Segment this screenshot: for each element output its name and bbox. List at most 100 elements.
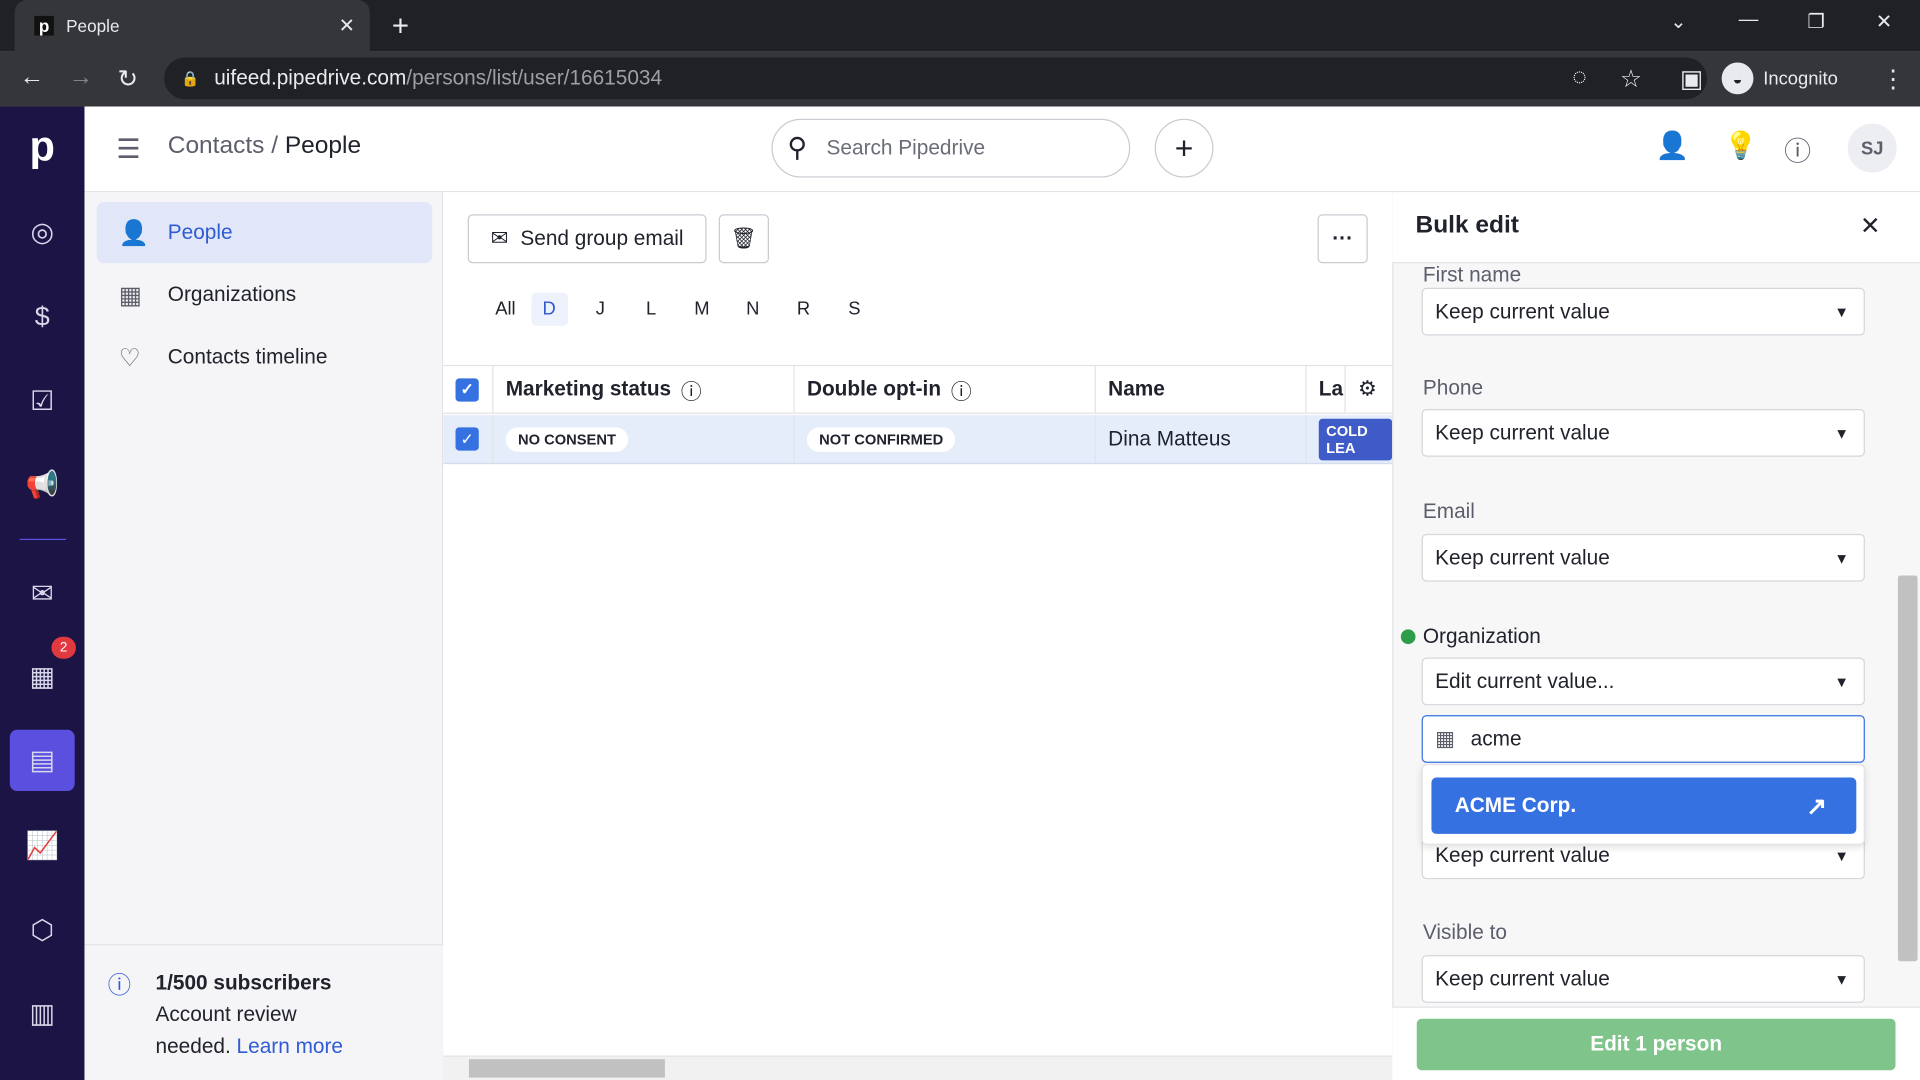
forward-icon[interactable]: →	[69, 64, 93, 92]
review-text: Account review	[155, 1002, 297, 1027]
phone-select[interactable]: Keep current value ▼	[1421, 408, 1865, 457]
open-link-icon[interactable]: ↗	[1806, 790, 1827, 821]
organization-search-input[interactable]: ▦ acme	[1421, 715, 1865, 763]
invite-user-icon[interactable]: 👤	[1656, 130, 1690, 162]
letter-filter-d[interactable]: D	[530, 292, 568, 326]
address-bar[interactable]: 🔒 uifeed.pipedrive.com/persons/list/user/…	[164, 57, 1707, 100]
column-double-opt-in[interactable]: Double opt-in ⓘ	[795, 366, 1096, 413]
tasks-icon[interactable]: ☑	[0, 371, 84, 432]
quick-add-button[interactable]: +	[1154, 118, 1214, 178]
letter-filter-r[interactable]: R	[778, 293, 829, 326]
table-header: ✓ Marketing status ⓘ Double opt-in ⓘ Name …	[443, 364, 1393, 414]
sidebar-item-people[interactable]: 👤 People	[96, 202, 433, 264]
letter-filter-n[interactable]: N	[727, 293, 778, 326]
caret-down-icon: ▼	[1834, 303, 1849, 321]
dropdown-option-acme-corp[interactable]: ACME Corp. ↗	[1431, 777, 1857, 834]
sidebar-item-label: Organizations	[167, 282, 297, 307]
pipedrive-favicon: p	[34, 15, 54, 36]
column-label[interactable]: La	[1307, 366, 1346, 413]
horizontal-scroll-thumb[interactable]	[468, 1059, 665, 1078]
sidebar-item-organizations[interactable]: ▦ Organizations	[97, 264, 433, 325]
side-panel-icon[interactable]: ▣	[1680, 64, 1703, 95]
row-checkbox[interactable]: ✓	[455, 427, 479, 451]
pipedrive-logo[interactable]: p	[0, 116, 84, 177]
first-name-select[interactable]: Keep current value ▼	[1421, 287, 1865, 336]
activity-badge: 2	[51, 636, 76, 659]
opt-in-badge: NOT CONFIRMED	[806, 426, 956, 452]
column-label: Name	[1108, 377, 1165, 401]
info-icon[interactable]: ⓘ	[681, 374, 702, 405]
column-label: Marketing status	[505, 377, 672, 401]
select-all-checkbox[interactable]: ✓	[455, 377, 479, 402]
person-name[interactable]: Dina Matteus	[1108, 427, 1231, 451]
close-icon[interactable]: ✕	[1860, 211, 1881, 242]
close-window-icon[interactable]: ✕	[1876, 10, 1892, 34]
insights-icon[interactable]: 📈	[0, 816, 84, 877]
marketplace-icon[interactable]: ▥	[0, 983, 84, 1044]
caret-down-icon: ▼	[1834, 846, 1849, 864]
select-value: Keep current value	[1435, 545, 1610, 569]
close-tab-icon[interactable]: ✕	[339, 13, 355, 37]
lightbulb-icon[interactable]: 💡	[1724, 130, 1758, 162]
send-group-email-button[interactable]: ✉ Send group email	[467, 214, 707, 264]
trash-icon: 🗑	[730, 226, 758, 250]
info-icon: ⓘ	[107, 973, 132, 1000]
avatar[interactable]: SJ	[1847, 123, 1897, 173]
leads-icon[interactable]: ◎	[0, 202, 84, 263]
review-text-2: needed.	[155, 1034, 231, 1058]
info-icon[interactable]: ⓘ	[951, 374, 972, 405]
delete-button[interactable]: 🗑	[718, 214, 769, 264]
help-icon[interactable]: ⓘ	[1784, 130, 1811, 169]
search-input[interactable]: ⚲ Search Pipedrive	[771, 118, 1131, 178]
heart-pulse-icon: ♡	[118, 344, 141, 372]
incognito-indicator[interactable]: ◒ Incognito	[1721, 60, 1838, 97]
new-tab-icon[interactable]: +	[392, 10, 409, 44]
collapse-menu-icon[interactable]: ☰	[116, 133, 140, 165]
visible-to-select[interactable]: Keep current value ▼	[1421, 955, 1865, 1003]
contacts-icon[interactable]: ▤	[9, 729, 75, 792]
column-label: Double opt-in	[806, 377, 942, 401]
name-cell[interactable]: Dina Matteus	[1096, 415, 1307, 463]
search-placeholder: Search Pipedrive	[826, 135, 986, 160]
star-icon[interactable]: ☆	[1620, 64, 1642, 95]
incognito-label: Incognito	[1763, 67, 1838, 89]
sidebar-item-contacts-timeline[interactable]: ♡ Contacts timeline	[97, 327, 433, 388]
table-row[interactable]: ✓ NO CONSENT NOT CONFIRMED Dina Matteus …	[443, 415, 1393, 465]
letter-filter-l[interactable]: L	[626, 293, 677, 326]
tab-search-icon[interactable]: ⌄	[1670, 10, 1686, 34]
letter-filter-m[interactable]: M	[677, 293, 728, 326]
column-name[interactable]: Name	[1096, 366, 1307, 413]
browser-tab[interactable]: p People ✕	[14, 0, 370, 52]
browser-menu-icon[interactable]: ⋮	[1881, 64, 1905, 95]
column-marketing-status[interactable]: Marketing status ⓘ	[493, 366, 795, 413]
breadcrumb-contacts[interactable]: Contacts	[168, 132, 265, 159]
column-settings-icon[interactable]: ⚙	[1346, 366, 1393, 413]
letter-filter-all[interactable]: All	[480, 293, 531, 326]
caret-down-icon: ▼	[1834, 970, 1849, 988]
label-cell: COLD LEA	[1307, 415, 1393, 463]
mail-icon[interactable]: ✉	[0, 563, 84, 624]
search-icon: ⚲	[787, 132, 808, 163]
letter-filter-s[interactable]: S	[829, 293, 880, 326]
products-icon[interactable]: ⬡	[0, 900, 84, 961]
subscriber-count: 1/500 subscribers	[155, 971, 332, 995]
eye-off-icon[interactable]: ◌	[1572, 64, 1587, 92]
row-checkbox-cell: ✓	[443, 415, 494, 463]
reload-icon[interactable]: ↻	[118, 64, 139, 95]
changed-indicator-dot	[1400, 629, 1416, 645]
minimize-icon[interactable]: —	[1739, 10, 1759, 32]
panel-scroll-thumb[interactable]	[1897, 575, 1918, 962]
deals-icon[interactable]: $	[0, 287, 84, 348]
edit-person-button[interactable]: Edit 1 person	[1416, 1018, 1896, 1071]
email-select[interactable]: Keep current value ▼	[1421, 533, 1865, 582]
marketing-status-badge: NO CONSENT	[505, 426, 629, 452]
back-icon[interactable]: ←	[20, 64, 44, 92]
mail-icon: ✉	[490, 226, 509, 250]
letter-filter-j[interactable]: J	[575, 293, 626, 326]
restore-icon[interactable]: ❐	[1807, 10, 1825, 34]
learn-more-link[interactable]: Learn more	[237, 1035, 343, 1058]
campaigns-icon[interactable]: 📢	[0, 454, 84, 515]
building-icon: ▦	[1435, 726, 1455, 751]
more-actions-button[interactable]: ···	[1317, 214, 1368, 264]
organization-mode-select[interactable]: Edit current value... ▼	[1421, 657, 1865, 706]
